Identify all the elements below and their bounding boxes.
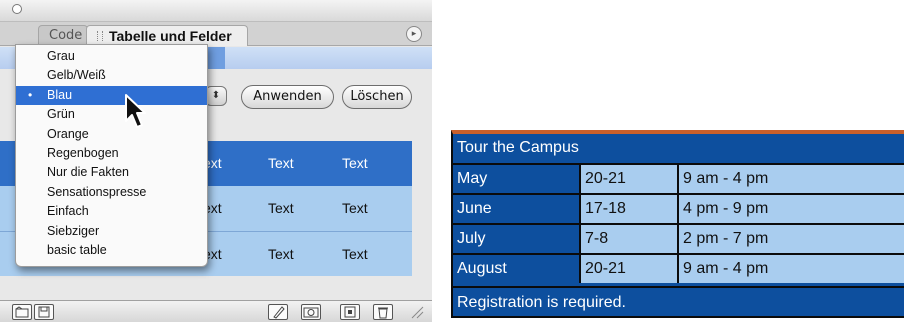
month-cell: June bbox=[453, 195, 579, 223]
menu-item-blau[interactable]: • Blau bbox=[16, 85, 207, 106]
table-row: July 7-8 2 pm - 7 pm bbox=[453, 223, 904, 253]
resize-grip-icon[interactable] bbox=[408, 305, 424, 319]
preview-cell: Text bbox=[342, 155, 368, 171]
preview-cell: Text bbox=[342, 200, 368, 216]
menu-item-gruen[interactable]: Grün bbox=[16, 105, 207, 124]
month-cell: July bbox=[453, 225, 579, 253]
folder-icon[interactable] bbox=[12, 304, 32, 320]
dates-cell: 7-8 bbox=[579, 225, 677, 253]
apply-button[interactable]: Anwenden bbox=[241, 85, 334, 109]
dates-cell: 17-18 bbox=[579, 195, 677, 223]
table-footnote: Registration is required. bbox=[457, 294, 626, 311]
time-cell: 9 am - 4 pm bbox=[677, 255, 904, 283]
menu-item-einfach[interactable]: Einfach bbox=[16, 202, 207, 221]
menu-item-sensationspresse[interactable]: Sensationspresse bbox=[16, 183, 207, 202]
close-icon[interactable] bbox=[12, 4, 22, 14]
selected-bullet-icon: • bbox=[28, 87, 33, 102]
menu-item-label: Blau bbox=[47, 87, 73, 102]
time-cell: 9 am - 4 pm bbox=[677, 165, 904, 193]
time-cell: 2 pm - 7 pm bbox=[677, 225, 904, 253]
panel-menu-icon[interactable]: ▸ bbox=[406, 26, 422, 42]
table-style-dropdown[interactable]: Grau Gelb/Weiß • Blau Grün Orange Regenbo… bbox=[15, 44, 208, 267]
month-cell: August bbox=[453, 255, 579, 283]
month-cell: May bbox=[453, 165, 579, 193]
menu-item-gelb-weiss[interactable]: Gelb/Weiß bbox=[16, 66, 207, 85]
table-row: August 20-21 9 am - 4 pm bbox=[453, 253, 904, 283]
style-select-stepper[interactable]: ⬍ bbox=[205, 86, 227, 106]
save-icon[interactable] bbox=[34, 304, 54, 320]
tab-tabelle-und-felder[interactable]: Tabelle und Felder bbox=[86, 25, 248, 46]
pencil-icon[interactable] bbox=[268, 304, 288, 320]
preview-cell: Text bbox=[342, 246, 368, 262]
tables-palette: Code Tabelle und Felder ▸ ⬍ Anwenden Lös… bbox=[0, 0, 432, 322]
tab-code[interactable]: Code bbox=[38, 25, 88, 46]
table-title: Tour the Campus bbox=[457, 139, 579, 156]
table-row: June 17-18 4 pm - 9 pm bbox=[453, 193, 904, 223]
preview-cell: Text bbox=[268, 155, 294, 171]
palette-tab-bar: Code Tabelle und Felder ▸ bbox=[0, 22, 432, 46]
palette-titlebar[interactable] bbox=[0, 0, 432, 22]
time-cell: 4 pm - 9 pm bbox=[677, 195, 904, 223]
menu-item-basic-table[interactable]: basic table bbox=[16, 241, 207, 260]
new-item-icon[interactable] bbox=[340, 304, 360, 320]
table-divider bbox=[453, 286, 904, 288]
preview-cell: Text bbox=[268, 246, 294, 262]
tab-tabelle-label: Tabelle und Felder bbox=[109, 28, 232, 44]
menu-item-grau[interactable]: Grau bbox=[16, 47, 207, 66]
tab-grip-icon bbox=[97, 31, 103, 41]
palette-bottom-toolbar bbox=[0, 300, 432, 322]
menu-item-siebziger[interactable]: Siebziger bbox=[16, 222, 207, 241]
menu-item-nur-die-fakten[interactable]: Nur die Fakten bbox=[16, 163, 207, 182]
dates-cell: 20-21 bbox=[579, 165, 677, 193]
toolbar-stripe-segment bbox=[205, 47, 225, 69]
delete-button[interactable]: Löschen bbox=[342, 85, 412, 109]
preview-cell: Text bbox=[268, 200, 294, 216]
mouse-cursor-icon bbox=[125, 94, 146, 128]
table-row: May 20-21 9 am - 4 pm bbox=[453, 163, 904, 193]
trash-icon[interactable] bbox=[373, 304, 393, 320]
menu-item-orange[interactable]: Orange bbox=[16, 125, 207, 144]
dates-cell: 20-21 bbox=[579, 255, 677, 283]
campus-tour-table: Tour the Campus May 20-21 9 am - 4 pm Ju… bbox=[451, 130, 904, 318]
menu-item-regenbogen[interactable]: Regenbogen bbox=[16, 144, 207, 163]
camera-icon[interactable] bbox=[301, 304, 321, 320]
